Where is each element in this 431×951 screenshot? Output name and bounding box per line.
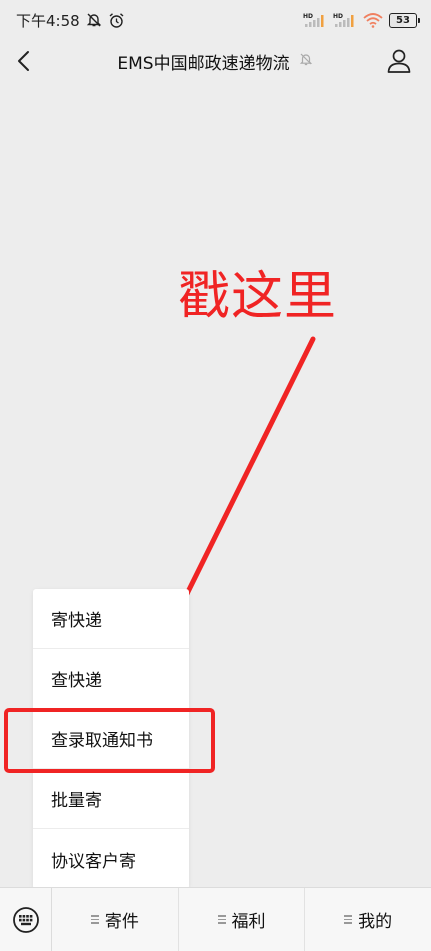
menu-lines-icon: [344, 915, 353, 924]
bottom-tab-label: 寄件: [104, 912, 139, 932]
annotation-text: 戳这里: [178, 267, 338, 327]
battery-icon: 53: [389, 12, 420, 28]
back-icon: [18, 51, 29, 71]
status-time: 下午4:58: [16, 11, 80, 30]
status-bar: 下午4:58 HD HD 53: [0, 0, 431, 40]
mute-notifications-icon: [298, 51, 314, 71]
menu-lines-icon: [90, 915, 99, 924]
status-right: HD HD 53: [303, 12, 420, 28]
bottom-tab-send[interactable]: 寄件: [52, 888, 178, 951]
menu-item-agreement-send[interactable]: 协议客户寄: [33, 829, 189, 889]
battery-level: 53: [396, 14, 410, 26]
menu-item-label: 查快递: [51, 671, 102, 691]
bottom-tab-mine[interactable]: 我的: [304, 887, 431, 951]
keyboard-toggle-button[interactable]: [0, 887, 52, 951]
back-button[interactable]: [12, 48, 38, 74]
profile-button[interactable]: [385, 47, 413, 75]
signal-icon: HD: [303, 12, 327, 28]
bottom-menu-bar: 寄件 福利 我的: [0, 887, 431, 951]
menu-item-send-express[interactable]: 寄快递: [33, 589, 189, 649]
network-label-2: HD: [333, 13, 343, 20]
mute-icon: [86, 12, 102, 28]
keyboard-icon: [12, 906, 39, 933]
signal-icon-2: HD: [333, 12, 357, 28]
chat-header: EMS中国邮政速递物流: [0, 40, 431, 82]
menu-item-label: 批量寄: [51, 791, 102, 811]
alarm-icon: [108, 12, 125, 29]
menu-item-admission-letter[interactable]: 查录取通知书: [33, 709, 189, 769]
profile-icon: [387, 49, 411, 73]
header-center: EMS中国邮政速递物流: [117, 49, 313, 74]
popup-menu: 寄快递 查快递 查录取通知书 批量寄 协议客户寄: [33, 589, 189, 889]
wifi-icon: [363, 12, 383, 28]
menu-item-label: 查录取通知书: [51, 731, 153, 751]
menu-lines-icon: [217, 915, 226, 924]
bottom-tab-label: 我的: [358, 912, 393, 932]
bottom-tab-label: 福利: [231, 912, 266, 932]
menu-item-track-express[interactable]: 查快递: [33, 649, 189, 709]
bottom-tab-benefits[interactable]: 福利: [177, 887, 305, 951]
network-label-1: HD: [303, 13, 313, 20]
page-title: EMS中国邮政速递物流: [117, 53, 290, 74]
menu-item-label: 协议客户寄: [51, 851, 136, 872]
menu-item-label: 寄快递: [51, 611, 102, 631]
menu-item-batch-send[interactable]: 批量寄: [33, 769, 189, 829]
status-left: 下午4:58: [16, 10, 125, 31]
